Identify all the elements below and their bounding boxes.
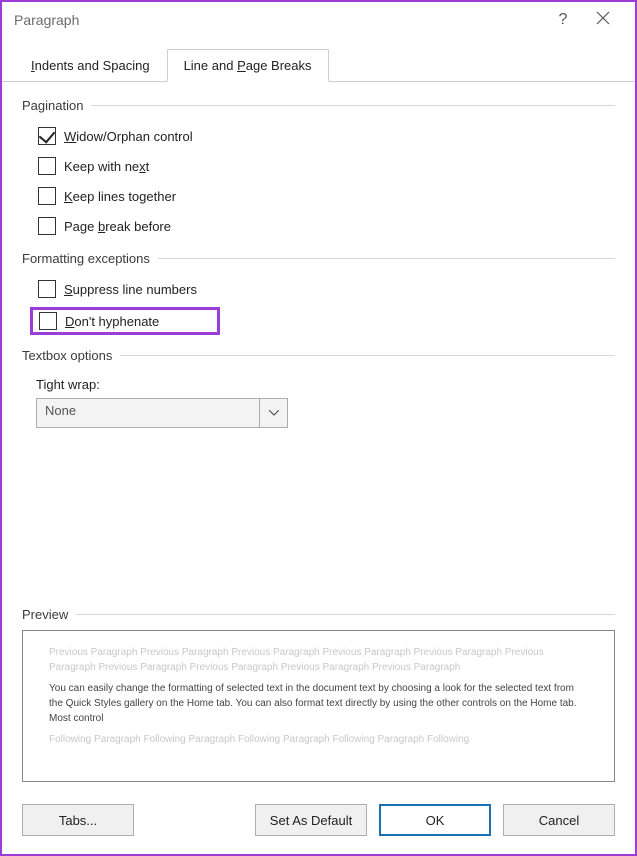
section-formatting: Formatting exceptions [22, 251, 615, 266]
section-textbox: Textbox options [22, 348, 615, 363]
suppress-line-numbers-label: Suppress line numbers [64, 282, 197, 297]
chevron-down-icon[interactable] [259, 399, 287, 427]
widow-orphan-checkbox[interactable] [38, 127, 56, 145]
dialog-title: Paragraph [14, 12, 543, 28]
page-break-checkbox[interactable] [38, 217, 56, 235]
tight-wrap-select[interactable]: None [36, 398, 288, 428]
dont-hyphenate-label: Don't hyphenate [65, 314, 159, 329]
dont-hyphenate-row[interactable]: Don't hyphenate [30, 307, 220, 335]
keep-lines-row[interactable]: Keep lines together [38, 184, 615, 208]
page-break-label: Page break before [64, 219, 171, 234]
tight-wrap-label: Tight wrap: [36, 377, 615, 392]
paragraph-dialog: Paragraph ? Indents and Spacing Line and… [0, 0, 637, 856]
tab-row: Indents and Spacing Line and Page Breaks [2, 38, 635, 82]
dont-hyphenate-checkbox[interactable] [39, 312, 57, 330]
keep-lines-checkbox[interactable] [38, 187, 56, 205]
widow-orphan-label: Widow/Orphan control [64, 129, 193, 144]
keep-with-next-row[interactable]: Keep with next [38, 154, 615, 178]
button-bar: Tabs... Set As Default OK Cancel [2, 792, 635, 854]
keep-lines-label: Keep lines together [64, 189, 176, 204]
tight-wrap-value: None [37, 399, 259, 427]
tab-line-page-breaks[interactable]: Line and Page Breaks [167, 49, 329, 82]
content-area: Pagination Widow/Orphan control Keep wit… [2, 82, 635, 792]
section-pagination: Pagination [22, 98, 615, 113]
preview-following-text: Following Paragraph Following Paragraph … [49, 732, 588, 747]
section-preview: Preview [22, 607, 615, 622]
cancel-button[interactable]: Cancel [503, 804, 615, 836]
tabs-button[interactable]: Tabs... [22, 804, 134, 836]
tab-indents-spacing[interactable]: Indents and Spacing [14, 49, 167, 82]
suppress-line-numbers-row[interactable]: Suppress line numbers [38, 277, 615, 301]
keep-with-next-label: Keep with next [64, 159, 149, 174]
close-button[interactable] [583, 11, 623, 30]
widow-orphan-row[interactable]: Widow/Orphan control [38, 124, 615, 148]
page-break-row[interactable]: Page break before [38, 214, 615, 238]
titlebar: Paragraph ? [2, 2, 635, 38]
keep-with-next-checkbox[interactable] [38, 157, 56, 175]
preview-sample-text: You can easily change the formatting of … [49, 681, 588, 726]
set-as-default-button[interactable]: Set As Default [255, 804, 367, 836]
preview-previous-text: Previous Paragraph Previous Paragraph Pr… [49, 645, 588, 675]
suppress-line-numbers-checkbox[interactable] [38, 280, 56, 298]
ok-button[interactable]: OK [379, 804, 491, 836]
help-button[interactable]: ? [543, 11, 583, 29]
preview-box: Previous Paragraph Previous Paragraph Pr… [22, 630, 615, 782]
